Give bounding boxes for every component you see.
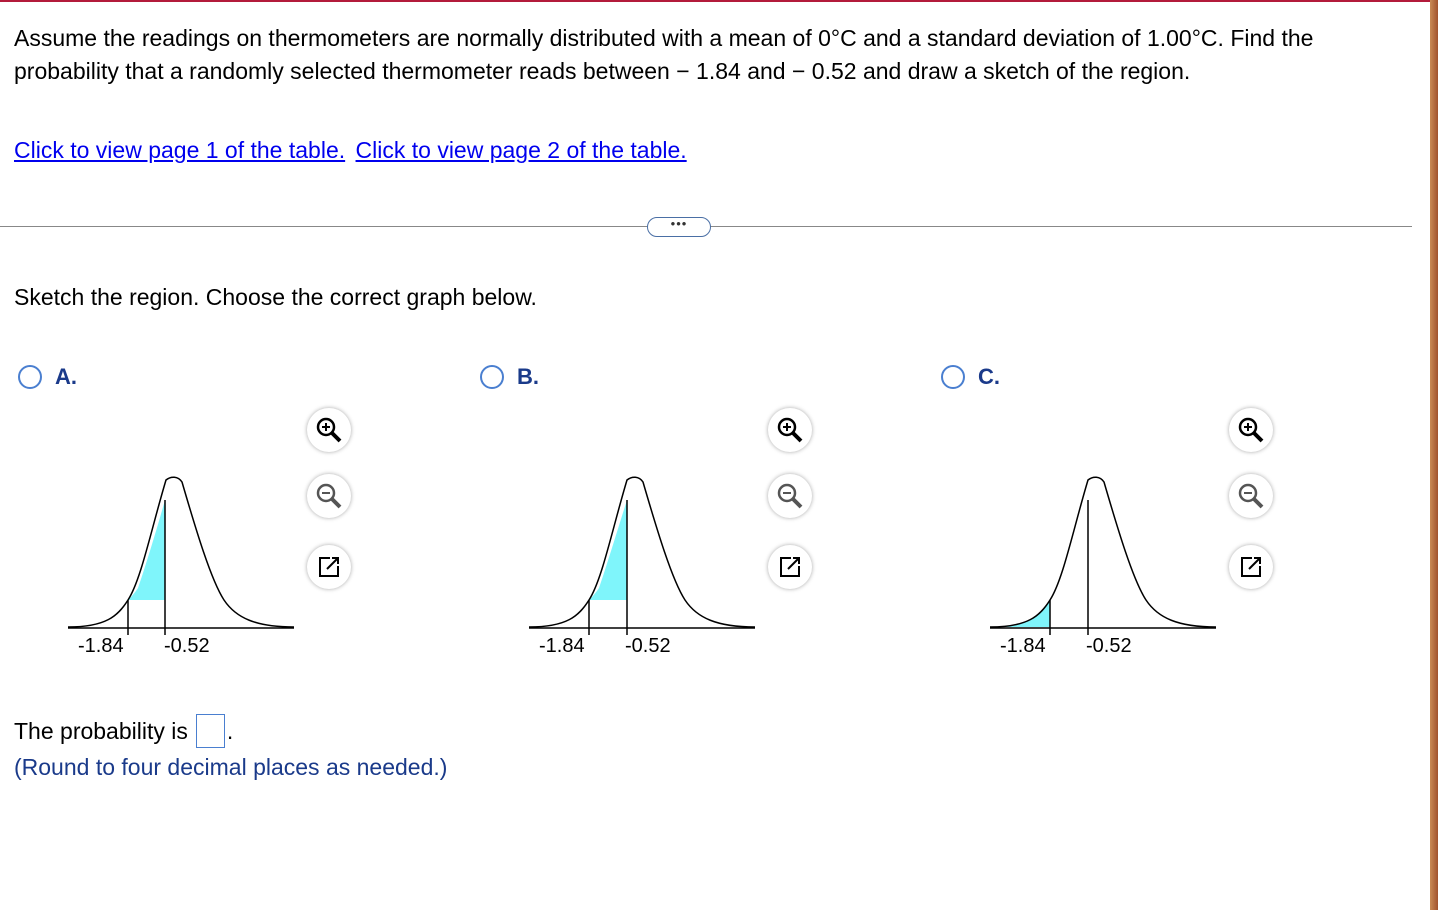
tick-label-c-2: -0.52: [1086, 635, 1132, 657]
option-b[interactable]: B.: [480, 364, 539, 390]
zoom-in-button-b[interactable]: [768, 408, 812, 452]
question-text: Assume the readings on thermometers are …: [14, 22, 1404, 88]
expand-button[interactable]: •••: [647, 217, 711, 237]
right-scroll-edge: [1430, 0, 1438, 910]
tick-label-b-2: -0.52: [625, 635, 671, 657]
zoom-in-icon: [777, 417, 803, 443]
curve-b: [528, 476, 756, 628]
radio-option-a[interactable]: [18, 365, 42, 389]
graph-c: -1.84 -0.52: [988, 440, 1228, 672]
popout-button-a[interactable]: [307, 545, 351, 589]
zoom-out-button-a[interactable]: [307, 474, 351, 518]
graph-b: -1.84 -0.52: [527, 440, 767, 672]
tick-label-b-1: -1.84: [539, 635, 585, 657]
table-page-2-link[interactable]: Click to view page 2 of the table.: [356, 137, 687, 163]
tick-label-c-1: -1.84: [1000, 635, 1046, 657]
zoom-out-button-c[interactable]: [1229, 474, 1273, 518]
table-links: Click to view page 1 of the table. Click…: [14, 137, 691, 164]
option-b-label: B.: [517, 364, 539, 389]
table-page-1-link[interactable]: Click to view page 1 of the table.: [14, 137, 345, 163]
tick-label-a-1: -1.84: [78, 635, 124, 657]
radio-option-c[interactable]: [941, 365, 965, 389]
radio-option-b[interactable]: [480, 365, 504, 389]
zoom-in-icon: [1238, 417, 1264, 443]
option-a-label: A.: [55, 364, 77, 389]
zoom-in-button-c[interactable]: [1229, 408, 1273, 452]
zoom-out-icon: [316, 483, 342, 509]
rounding-note: (Round to four decimal places as needed.…: [14, 754, 448, 780]
zoom-in-icon: [316, 417, 342, 443]
probability-label: The probability is: [14, 717, 188, 744]
popout-icon: [780, 557, 800, 577]
option-a[interactable]: A.: [18, 364, 77, 390]
graph-a: -1.84 -0.52: [66, 440, 306, 672]
zoom-in-button-a[interactable]: [307, 408, 351, 452]
zoom-out-icon: [1238, 483, 1264, 509]
popout-button-c[interactable]: [1229, 545, 1273, 589]
popout-icon: [319, 557, 339, 577]
curve-c: [989, 476, 1217, 628]
question-line: Assume the readings on thermometers are …: [14, 25, 1314, 84]
probability-prompt: The probability is .: [14, 714, 233, 748]
top-border: [0, 0, 1438, 2]
zoom-out-icon: [777, 483, 803, 509]
option-c[interactable]: C.: [941, 364, 1000, 390]
probability-answer-input[interactable]: [195, 714, 225, 748]
instruction-text: Sketch the region. Choose the correct gr…: [14, 284, 537, 310]
probability-suffix: .: [226, 717, 234, 744]
tick-label-a-2: -0.52: [164, 635, 210, 657]
curve-a: [67, 476, 295, 628]
zoom-out-button-b[interactable]: [768, 474, 812, 518]
popout-button-b[interactable]: [768, 545, 812, 589]
popout-icon: [1241, 557, 1261, 577]
option-c-label: C.: [978, 364, 1000, 389]
